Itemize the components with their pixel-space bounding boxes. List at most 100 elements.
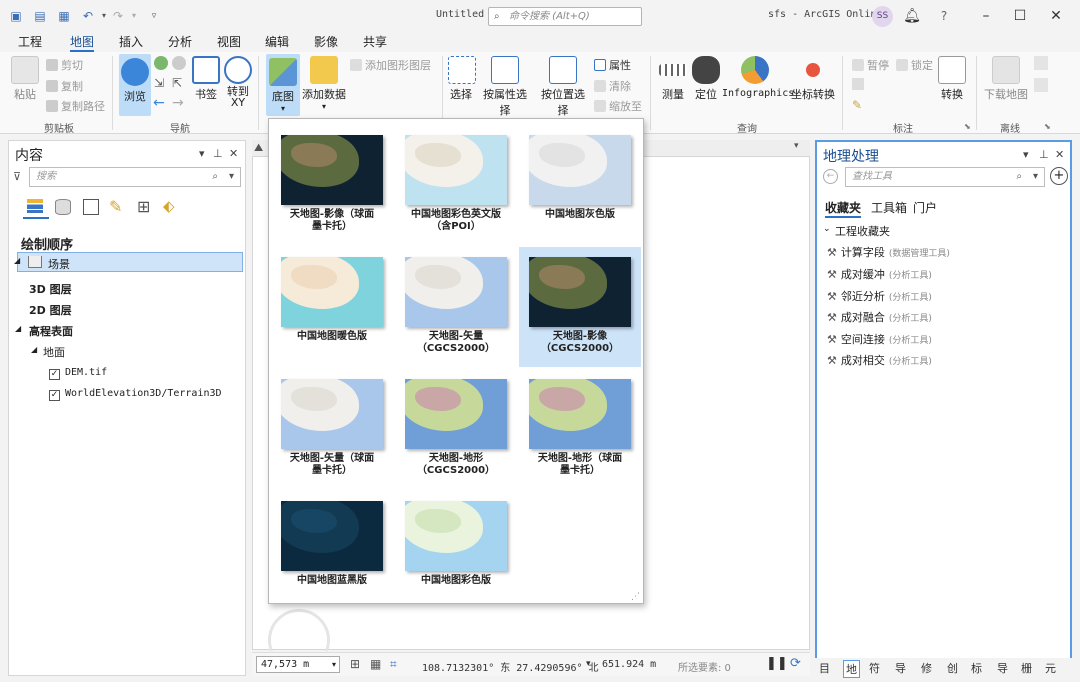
layer-visibility-checkbox[interactable]: ✓ — [49, 369, 60, 380]
close-button[interactable]: ✕ — [1046, 6, 1066, 26]
label-pen-icon[interactable]: ✎ — [852, 98, 862, 112]
expand-caret-icon[interactable]: ◢ — [31, 345, 37, 354]
basemap-button[interactable]: 底图 ▾ — [266, 54, 300, 116]
scale-selector[interactable]: 47,573 m ▾ — [256, 656, 340, 673]
explore-button[interactable]: 浏览 — [119, 54, 151, 116]
tool-item[interactable]: ⚒ 邻近分析 (分析工具) — [827, 288, 932, 304]
tab-metadata[interactable]: 元 — [1045, 660, 1056, 676]
tab-share[interactable]: 共享 — [363, 33, 387, 50]
tree-row-scene[interactable]: ◢ 场景 — [14, 252, 243, 272]
basemap-option[interactable]: 天地图-地形 （CGCS2000） — [395, 369, 517, 489]
close-pane-icon[interactable]: ✕ — [229, 147, 238, 160]
attributes-button[interactable]: 属性 — [594, 57, 631, 73]
add-icon[interactable]: + — [1050, 167, 1068, 185]
scene-tab-icon[interactable]: ⛰︎ — [254, 141, 263, 155]
tab-geoprocessing[interactable]: 地 — [843, 660, 860, 678]
tool-item[interactable]: ⚒ 计算字段 (数据管理工具) — [827, 244, 950, 260]
tab-pane-4[interactable]: 导 — [895, 660, 906, 676]
labeling-tag-icon[interactable]: ⬖ — [163, 197, 175, 215]
tab-favorites[interactable]: 收藏夹 — [825, 199, 862, 218]
tab-insert[interactable]: 插入 — [119, 33, 143, 50]
notifications-bell-icon[interactable]: 🔔︎ — [902, 6, 922, 26]
locate-button[interactable]: 定位 — [692, 56, 720, 102]
zoom-to-selection-button[interactable]: 缩放至 — [594, 98, 642, 114]
tab-portal[interactable]: 门户 — [913, 199, 937, 216]
select-by-attributes-button[interactable]: 按属性选择 — [478, 56, 532, 118]
download-map-button[interactable]: 下载地图 — [982, 56, 1030, 102]
basemap-option[interactable]: 中国地图彩色英文版 （含POI） — [395, 125, 517, 245]
clear-selection-button[interactable]: 清除 — [594, 78, 631, 94]
resize-grip-icon[interactable]: ⋰ — [631, 592, 640, 602]
command-search-input[interactable]: ⌕ 命令搜索 (Alt+Q) — [488, 7, 642, 26]
tab-map[interactable]: 地图 — [70, 33, 95, 52]
copy-button[interactable]: 复制 — [46, 78, 83, 94]
data-source-icon[interactable] — [55, 199, 71, 215]
tree-3d-layers[interactable]: 3D 图层 — [29, 281, 72, 297]
tab-create[interactable]: 创 — [947, 660, 958, 676]
list-by-drawing-order-tab[interactable] — [23, 197, 49, 219]
tool-item[interactable]: ⚒ 成对相交 (分析工具) — [827, 352, 932, 368]
expand-caret-icon[interactable]: ◢ — [14, 256, 20, 265]
dialog-launcher-icon[interactable]: ⬊ — [964, 122, 971, 131]
tab-labeling[interactable]: 标 — [971, 660, 982, 676]
basemap-option[interactable]: 天地图-影像 （CGCS2000） — [519, 247, 641, 367]
undo-icon[interactable]: ↶ — [80, 8, 96, 24]
view-menu-chevron-icon[interactable]: ▾ — [794, 141, 799, 151]
dialog-launcher-icon[interactable]: ⬊ — [1044, 122, 1051, 131]
layer-visibility-checkbox[interactable]: ✓ — [49, 390, 60, 401]
expand-caret-icon[interactable]: ◢ — [15, 324, 21, 333]
measure-button[interactable]: 测量 — [658, 56, 688, 102]
grid-icon[interactable]: ⊞ — [350, 657, 360, 671]
tool-item[interactable]: ⚒ 成对缓冲 (分析工具) — [827, 266, 932, 282]
find-tools-input[interactable]: 查找工具 ⌕ ▾ — [845, 167, 1045, 187]
tab-raster[interactable]: 栅 — [1021, 660, 1032, 676]
back-arrow-icon[interactable]: ← — [153, 95, 165, 111]
bookmarks-button[interactable]: 书签 — [192, 56, 220, 102]
tab-catalog[interactable]: 目 — [819, 660, 830, 676]
tab-imagery[interactable]: 影像 — [314, 33, 338, 50]
snapping-icon[interactable]: ⊞ — [137, 197, 150, 216]
basemap-option[interactable]: 中国地图灰色版 — [519, 125, 641, 245]
tree-layer-dem[interactable]: ✓ DEM.tif — [49, 365, 107, 380]
pause-labeling-button[interactable]: 暂停 — [852, 57, 889, 73]
cut-button[interactable]: 剪切 — [46, 57, 83, 73]
help-button[interactable]: ? — [934, 6, 954, 26]
tab-toolboxes[interactable]: 工具箱 — [871, 199, 907, 216]
tree-elevation-surfaces[interactable]: 高程表面 — [29, 323, 73, 339]
paste-button[interactable]: 粘贴 — [8, 56, 42, 102]
basemap-option[interactable]: 中国地图蓝黑版 — [271, 491, 393, 611]
selection-icon[interactable] — [83, 199, 99, 215]
tab-symbology[interactable]: 符 — [869, 660, 880, 676]
lock-labels-button[interactable]: 锁定 — [896, 57, 933, 73]
pane-menu-chevron-icon[interactable]: ▾ — [199, 147, 205, 160]
basemap-option[interactable]: 中国地图彩色版 — [395, 491, 517, 611]
minimize-button[interactable]: – — [976, 6, 996, 26]
pencil-icon[interactable]: ✎ — [109, 197, 122, 216]
add-data-button[interactable]: 添加数据 ▾ — [302, 56, 346, 111]
basemap-option[interactable]: 天地图-矢量 （CGCS2000） — [395, 247, 517, 367]
pin-pane-icon[interactable]: ⊥ — [1039, 148, 1049, 161]
fixed-zoom-in-icon[interactable]: ⇲ — [154, 76, 164, 90]
table-grid-icon[interactable]: ▦ — [370, 657, 381, 671]
filter-icon[interactable]: ⊽ — [13, 170, 21, 183]
pin-pane-icon[interactable]: ⊥ — [213, 147, 223, 160]
tab-pane-8[interactable]: 导 — [997, 660, 1008, 676]
avatar[interactable]: SS — [872, 6, 893, 27]
refresh-icon[interactable]: ⟳ — [790, 656, 801, 671]
convert-coordinates-button[interactable]: 坐标转换 — [790, 56, 836, 102]
basemap-option[interactable]: 天地图-矢量（球面 墨卡托） — [271, 369, 393, 489]
customize-toolbar-icon[interactable]: ▿ — [146, 8, 162, 24]
basemap-option[interactable]: 天地图-影像（球面 墨卡托） — [271, 125, 393, 245]
select-by-location-button[interactable]: 按位置选择 — [536, 56, 590, 118]
coordinate-system-icon[interactable]: ⌗ — [390, 657, 397, 672]
tab-project[interactable]: 工程 — [18, 33, 42, 50]
tab-view[interactable]: 视图 — [217, 33, 241, 50]
add-graphics-layer-button[interactable]: 添加图形图层 — [350, 57, 431, 73]
contents-search-input[interactable]: 搜索 ⌕ ▾ — [29, 167, 241, 187]
tool-item[interactable]: ⚒ 空间连接 (分析工具) — [827, 331, 932, 347]
convert-labels-button[interactable]: 转换 — [938, 56, 966, 102]
tool-item[interactable]: ⚒ 成对融合 (分析工具) — [827, 309, 932, 325]
maximize-button[interactable]: ☐ — [1010, 6, 1030, 26]
chevron-down-icon[interactable]: ▾ — [586, 659, 591, 669]
save-icon[interactable]: ▦ — [56, 8, 72, 24]
